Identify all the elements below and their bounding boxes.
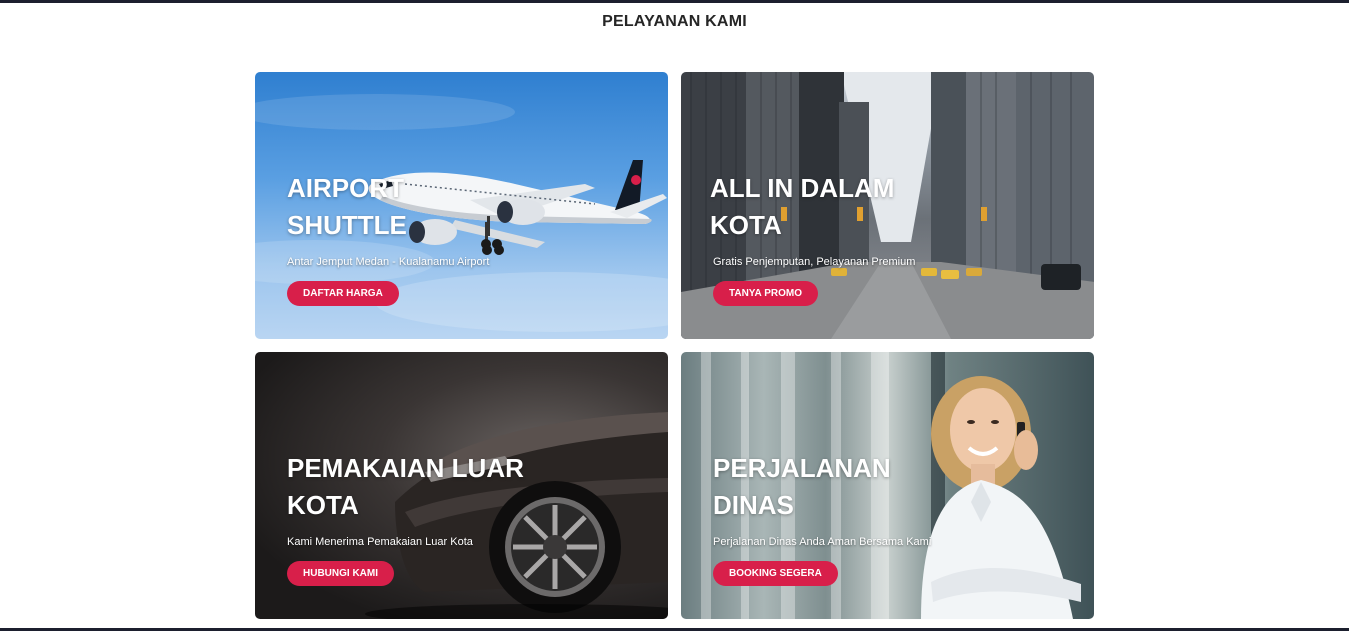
card-title-line: KOTA xyxy=(710,210,782,240)
hubungi-kami-button[interactable]: HUBUNGI KAMI xyxy=(287,561,394,586)
card-title-line: PEMAKAIAN LUAR xyxy=(287,453,524,483)
card-subtitle: Antar Jemput Medan - Kualanamu Airport xyxy=(287,256,490,268)
booking-segera-button[interactable]: BOOKING SEGERA xyxy=(713,561,838,586)
card-title: PEMAKAIAN LUAR KOTA xyxy=(287,450,627,524)
top-border xyxy=(0,0,1349,3)
card-title: PERJALANAN DINAS xyxy=(713,450,1053,524)
card-title: AIRPORT SHUTTLE xyxy=(287,170,627,244)
card-perjalanan-dinas: PERJALANAN DINAS Perjalanan Dinas Anda A… xyxy=(681,352,1094,619)
card-subtitle: Gratis Penjemputan, Pelayanan Premium xyxy=(713,256,916,268)
card-content: AIRPORT SHUTTLE Antar Jemput Medan - Kua… xyxy=(287,170,627,306)
card-subtitle: Kami Menerima Pemakaian Luar Kota xyxy=(287,536,473,548)
card-title-line: ALL IN DALAM xyxy=(710,173,895,203)
card-title: ALL IN DALAM KOTA xyxy=(710,170,1050,244)
section-title: PELAYANAN KAMI xyxy=(602,13,747,30)
card-title-line: DINAS xyxy=(713,490,794,520)
card-content: ALL IN DALAM KOTA Gratis Penjemputan, Pe… xyxy=(710,170,1050,306)
card-content: PEMAKAIAN LUAR KOTA Kami Menerima Pemaka… xyxy=(287,450,627,586)
card-title-line: KOTA xyxy=(287,490,359,520)
card-pemakaian-luar-kota: PEMAKAIAN LUAR KOTA Kami Menerima Pemaka… xyxy=(255,352,668,619)
card-airport-shuttle: AIRPORT SHUTTLE Antar Jemput Medan - Kua… xyxy=(255,72,668,339)
card-title-line: SHUTTLE xyxy=(287,210,407,240)
card-content: PERJALANAN DINAS Perjalanan Dinas Anda A… xyxy=(713,450,1053,586)
card-title-line: PERJALANAN xyxy=(713,453,891,483)
card-title-line: AIRPORT xyxy=(287,173,404,203)
card-all-in-dalam-kota: ALL IN DALAM KOTA Gratis Penjemputan, Pe… xyxy=(681,72,1094,339)
tanya-promo-button[interactable]: TANYA PROMO xyxy=(713,281,818,306)
daftar-harga-button[interactable]: DAFTAR HARGA xyxy=(287,281,399,306)
card-subtitle: Perjalanan Dinas Anda Aman Bersama Kami xyxy=(713,536,932,548)
